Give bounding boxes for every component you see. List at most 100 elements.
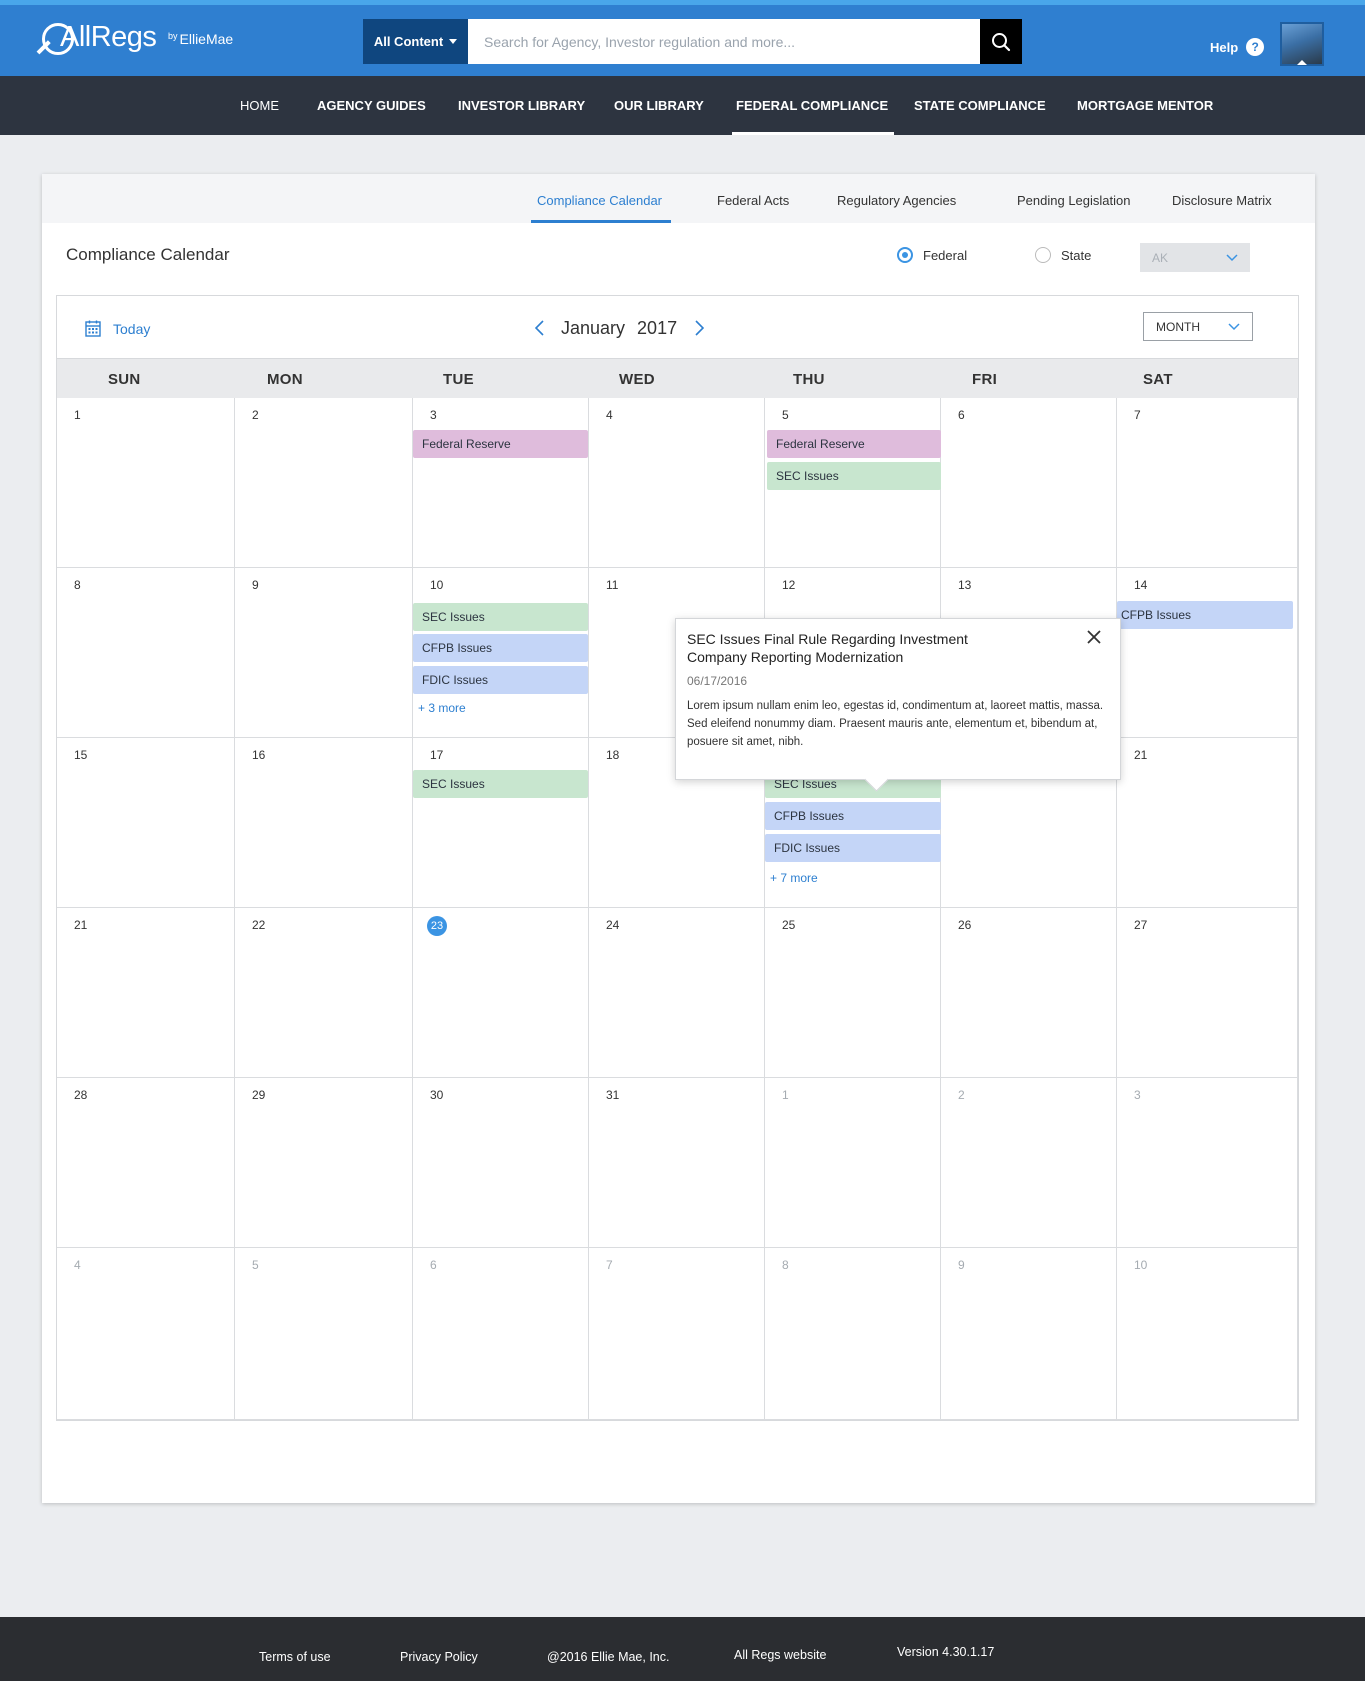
day-cell[interactable]: 28: [57, 1078, 235, 1248]
day-number: 5: [252, 1258, 259, 1272]
tab-disclosure-matrix[interactable]: Disclosure Matrix: [1172, 174, 1272, 223]
day-cell[interactable]: 4: [57, 1248, 235, 1420]
help-label: Help: [1210, 39, 1239, 55]
day-cell[interactable]: 10 SEC Issues CFPB Issues FDIC Issues + 3 mo…: [413, 568, 589, 738]
chevron-right-icon: [695, 320, 704, 336]
state-select[interactable]: AK: [1140, 243, 1250, 272]
event-cfpb-issues[interactable]: CFPB Issues: [413, 634, 588, 662]
day-cell[interactable]: 29: [235, 1078, 413, 1248]
day-cell[interactable]: 4: [589, 398, 765, 568]
search-button[interactable]: [980, 19, 1022, 64]
day-cell[interactable]: 6: [413, 1248, 589, 1420]
day-cell[interactable]: 23: [413, 908, 589, 1078]
day-cell[interactable]: 9: [941, 1248, 1117, 1420]
tab-regulatory-agencies[interactable]: Regulatory Agencies: [837, 174, 956, 223]
tab-federal-acts[interactable]: Federal Acts: [717, 174, 789, 223]
day-cell[interactable]: 2: [235, 398, 413, 568]
footer-version: Version 4.30.1.17: [897, 1645, 995, 1659]
next-month-button[interactable]: [689, 316, 709, 340]
footer-privacy-link[interactable]: Privacy Policy: [400, 1650, 478, 1664]
day-cell[interactable]: 5 Federal Reserve SEC Issues: [765, 398, 941, 568]
footer-copyright: @2016 Ellie Mae, Inc.: [547, 1650, 670, 1664]
day-cell[interactable]: 3 Federal Reserve: [413, 398, 589, 568]
day-cell[interactable]: 2: [941, 1078, 1117, 1248]
nav-home[interactable]: HOME: [240, 76, 279, 135]
nav-investor-library[interactable]: INVESTOR LIBRARY: [458, 76, 585, 135]
day-cell[interactable]: 21: [57, 908, 235, 1078]
event-sec-issues[interactable]: SEC Issues: [413, 770, 588, 798]
tab-compliance-calendar[interactable]: Compliance Calendar: [530, 174, 672, 223]
day-number: 15: [74, 748, 88, 762]
compliance-card: Compliance Calendar Federal Acts Regulat…: [42, 174, 1315, 1503]
day-cell[interactable]: 7: [589, 1248, 765, 1420]
chevron-down-icon: [1228, 322, 1240, 330]
nav-our-library[interactable]: OUR LIBRARY: [614, 76, 704, 135]
footer-terms-link[interactable]: Terms of use: [259, 1650, 331, 1664]
radio-state[interactable]: State: [1035, 247, 1091, 263]
nav-mortgage-mentor[interactable]: MORTGAGE MENTOR: [1077, 76, 1213, 135]
day-number: 10: [430, 578, 444, 592]
search-scope-dropdown[interactable]: All Content: [363, 19, 468, 64]
day-cell[interactable]: 30: [413, 1078, 589, 1248]
event-cfpb-issues[interactable]: CFPB Issues: [765, 802, 941, 830]
popover-body: Lorem ipsum nullam enim leo, egestas id,…: [687, 700, 1104, 748]
more-events-link[interactable]: + 3 more: [418, 701, 466, 715]
day-cell[interactable]: 3: [1117, 1078, 1298, 1248]
question-icon: ?: [1246, 38, 1265, 56]
day-cell[interactable]: 16: [235, 738, 413, 908]
event-cfpb-issues[interactable]: CFPB Issues: [1117, 601, 1293, 629]
nav-state-compliance[interactable]: STATE COMPLIANCE: [914, 76, 1046, 135]
today-button[interactable]: Today: [85, 320, 150, 337]
prev-month-button[interactable]: [529, 316, 549, 340]
radio-federal-dot[interactable]: [897, 247, 913, 263]
search-input[interactable]: [468, 19, 980, 64]
day-cell[interactable]: 1: [57, 398, 235, 568]
event-federal-reserve[interactable]: Federal Reserve: [413, 430, 588, 458]
day-number: 2: [252, 408, 259, 422]
footer-allregs-link[interactable]: All Regs website: [734, 1648, 826, 1662]
day-number: 18: [606, 748, 620, 762]
event-fdic-issues[interactable]: FDIC Issues: [765, 834, 941, 862]
radio-federal[interactable]: Federal: [897, 247, 967, 263]
day-cell[interactable]: 26: [941, 908, 1117, 1078]
day-cell[interactable]: 10: [1117, 1248, 1298, 1420]
day-cell[interactable]: 6: [941, 398, 1117, 568]
day-cell[interactable]: 27: [1117, 908, 1298, 1078]
page-title: Compliance Calendar: [66, 245, 230, 264]
day-cell[interactable]: 22: [235, 908, 413, 1078]
day-cell[interactable]: 24: [589, 908, 765, 1078]
view-select-value: MONTH: [1156, 319, 1200, 334]
day-cell[interactable]: 1: [765, 1078, 941, 1248]
day-cell[interactable]: 21: [1117, 738, 1298, 908]
popover-close-button[interactable]: [1086, 629, 1104, 647]
today-day-number: 23: [427, 916, 447, 936]
user-avatar[interactable]: [1280, 22, 1324, 66]
nav-agency-guides[interactable]: AGENCY GUIDES: [317, 76, 426, 135]
day-cell[interactable]: 7: [1117, 398, 1298, 568]
caret-down-icon: [449, 39, 458, 44]
day-number: 1: [74, 408, 81, 422]
weekday-fri: FRI: [972, 371, 998, 388]
event-federal-reserve[interactable]: Federal Reserve: [767, 430, 941, 458]
event-sec-issues[interactable]: SEC Issues: [767, 462, 941, 490]
more-events-link[interactable]: + 7 more: [770, 871, 818, 885]
day-cell[interactable]: 17 SEC Issues: [413, 738, 589, 908]
day-cell[interactable]: 5: [235, 1248, 413, 1420]
radio-state-dot[interactable]: [1035, 247, 1051, 263]
day-number: 9: [958, 1258, 965, 1272]
event-fdic-issues[interactable]: FDIC Issues: [413, 666, 588, 694]
view-select[interactable]: MONTH: [1143, 312, 1253, 341]
tab-pending-legislation[interactable]: Pending Legislation: [1017, 174, 1130, 223]
day-number: 3: [430, 408, 437, 422]
event-sec-issues[interactable]: SEC Issues: [413, 603, 588, 631]
main-nav: HOME AGENCY GUIDES INVESTOR LIBRARY OUR …: [0, 76, 1365, 135]
day-cell[interactable]: 15: [57, 738, 235, 908]
help-link[interactable]: Help ?: [1210, 38, 1265, 56]
day-cell[interactable]: 25: [765, 908, 941, 1078]
day-cell[interactable]: 8: [57, 568, 235, 738]
day-cell[interactable]: 8: [765, 1248, 941, 1420]
day-cell[interactable]: 31: [589, 1078, 765, 1248]
day-cell[interactable]: 14 CFPB Issues: [1117, 568, 1298, 738]
day-cell[interactable]: 9: [235, 568, 413, 738]
nav-federal-compliance[interactable]: FEDERAL COMPLIANCE: [731, 76, 895, 135]
